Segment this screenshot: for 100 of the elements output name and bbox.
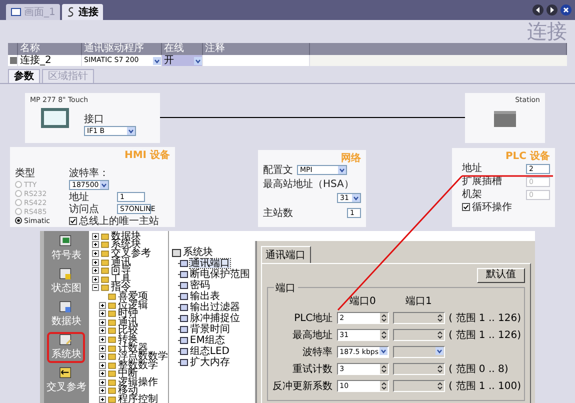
tree-item[interactable]: 输出过滤器 [190, 303, 240, 312]
tree-item[interactable]: 组态LED [190, 347, 230, 356]
document-tab[interactable]: 连接 [62, 4, 104, 20]
field-label: 波特率： [69, 168, 109, 179]
field-label: 波特率 [302, 346, 333, 359]
number-field[interactable] [392, 312, 445, 324]
spin-arrows-icon[interactable] [436, 330, 444, 340]
range-hint: ( 范围 1 .. 126) [448, 328, 521, 342]
tree-item[interactable]: 中断 [118, 369, 138, 378]
block-icon [178, 271, 188, 278]
expand-icon[interactable] [98, 396, 106, 403]
expand-icon[interactable] [98, 378, 106, 386]
checkbox[interactable] [462, 203, 470, 211]
tree-item[interactable]: 断电保护范围 [190, 270, 250, 279]
expand-icon[interactable] [98, 387, 106, 394]
panel-title: 网络 [340, 153, 361, 164]
tree-item[interactable]: 指令 [110, 283, 131, 292]
sub-tab[interactable]: 参数 [8, 69, 40, 83]
tree-item[interactable]: 喜爱项 [118, 292, 148, 301]
tree-item[interactable]: 位逻辑 [118, 300, 148, 310]
tree-item[interactable]: 工具 [110, 274, 131, 284]
tree-item[interactable]: 系统块 [182, 248, 213, 257]
checkbox-label: 总线上的唯一主站 [79, 216, 159, 226]
expand-icon[interactable] [98, 362, 106, 369]
caret-icon [194, 56, 202, 64]
tree-item[interactable]: 扩大内存 [190, 358, 230, 367]
folder-icon [172, 248, 181, 256]
number-field[interactable] [392, 329, 445, 341]
tree-item[interactable]: 通讯 [118, 318, 138, 327]
expand-icon[interactable] [92, 241, 99, 248]
expand-icon[interactable] [98, 344, 106, 352]
tree-item[interactable]: EM组态 [190, 336, 225, 345]
expand-icon[interactable] [92, 258, 99, 266]
column-header: 注释 [203, 43, 310, 55]
checkbox[interactable] [69, 217, 77, 225]
spin-arrows-icon[interactable] [380, 330, 388, 340]
range-hint: ( 范围 1 .. 126) [448, 312, 521, 325]
tree-item[interactable]: 脉冲捕捉位 [190, 314, 240, 323]
expand-icon[interactable] [92, 250, 99, 257]
script-icon [67, 7, 76, 17]
expand-icon[interactable] [92, 276, 99, 283]
number-field[interactable] [392, 363, 445, 375]
field-label: PLC地址 [293, 312, 333, 325]
expand-icon[interactable] [92, 267, 99, 274]
checkbox-label: 循环操作 [472, 202, 512, 212]
block-icon [178, 293, 188, 300]
expand-icon[interactable] [98, 353, 106, 360]
tree-item[interactable]: 比较 [118, 326, 138, 336]
tree-item[interactable]: 移动 [118, 386, 138, 396]
tree-item[interactable]: 通讯端口 [190, 259, 230, 268]
block-icon [178, 304, 188, 311]
block-icon [178, 260, 188, 267]
tree-item[interactable]: 时钟 [118, 309, 138, 318]
field-label: 最高地址 [292, 328, 333, 342]
field-label: 最高站地址（HSA） [263, 178, 354, 190]
dialog-tab[interactable]: 通讯端口 [260, 246, 311, 263]
caret-icon [338, 166, 346, 174]
touch-panel-icon [40, 107, 70, 129]
tree-item[interactable]: 通讯 [110, 258, 131, 267]
expand-icon[interactable] [98, 318, 106, 326]
baud-rate-dropdown[interactable] [392, 346, 445, 358]
tree-item[interactable]: 转换 [118, 334, 138, 344]
spin-arrows-icon[interactable] [436, 364, 444, 374]
expand-icon[interactable] [98, 310, 106, 318]
tree-item[interactable]: 数据块 [110, 232, 141, 241]
forward-icon[interactable] [546, 4, 558, 16]
column-header: 通讯驱动程序 [82, 43, 162, 55]
column-header: 名称 [18, 43, 82, 55]
block-icon [178, 359, 188, 366]
expand-icon[interactable] [98, 336, 106, 343]
spin-arrows-icon[interactable] [380, 313, 388, 323]
tree-item[interactable]: 整数数学 [118, 360, 158, 370]
tree-item[interactable]: 计数器 [118, 344, 148, 353]
close-icon[interactable] [560, 4, 572, 16]
collapse-icon[interactable] [92, 284, 99, 292]
tree-item[interactable]: 背景时间 [190, 325, 230, 334]
tree-item[interactable]: 逻辑操作 [118, 378, 158, 387]
tree-item[interactable]: 输出表 [190, 292, 220, 301]
field-label: 机架 [462, 189, 482, 200]
expand-icon[interactable] [98, 302, 106, 309]
expand-icon[interactable] [98, 327, 106, 334]
number-field[interactable] [392, 380, 445, 392]
spin-arrows-icon[interactable] [380, 381, 388, 391]
field-label: 反冲更新系数 [272, 380, 333, 393]
expand-icon[interactable] [92, 232, 99, 240]
tree-item[interactable]: 向导 [110, 266, 131, 276]
default-button[interactable]: 默认值 [477, 268, 525, 283]
tree-item[interactable]: 交叉参考 [110, 248, 151, 258]
online-dropdown[interactable]: 开 [162, 55, 203, 66]
spin-arrows-icon[interactable] [436, 381, 444, 391]
column-header: 在线 [162, 43, 203, 55]
spin-arrows-icon[interactable] [436, 313, 444, 323]
expand-icon[interactable] [98, 370, 106, 378]
tree-item[interactable]: 浮点数数学 [118, 352, 168, 362]
tree-item[interactable]: 密码 [190, 281, 210, 290]
tree-item[interactable]: 系统块 [110, 240, 141, 250]
spin-arrows-icon[interactable] [380, 364, 388, 374]
field-label: 访问点 [69, 204, 100, 214]
back-icon[interactable] [532, 4, 544, 16]
radio-button[interactable] [15, 217, 22, 224]
